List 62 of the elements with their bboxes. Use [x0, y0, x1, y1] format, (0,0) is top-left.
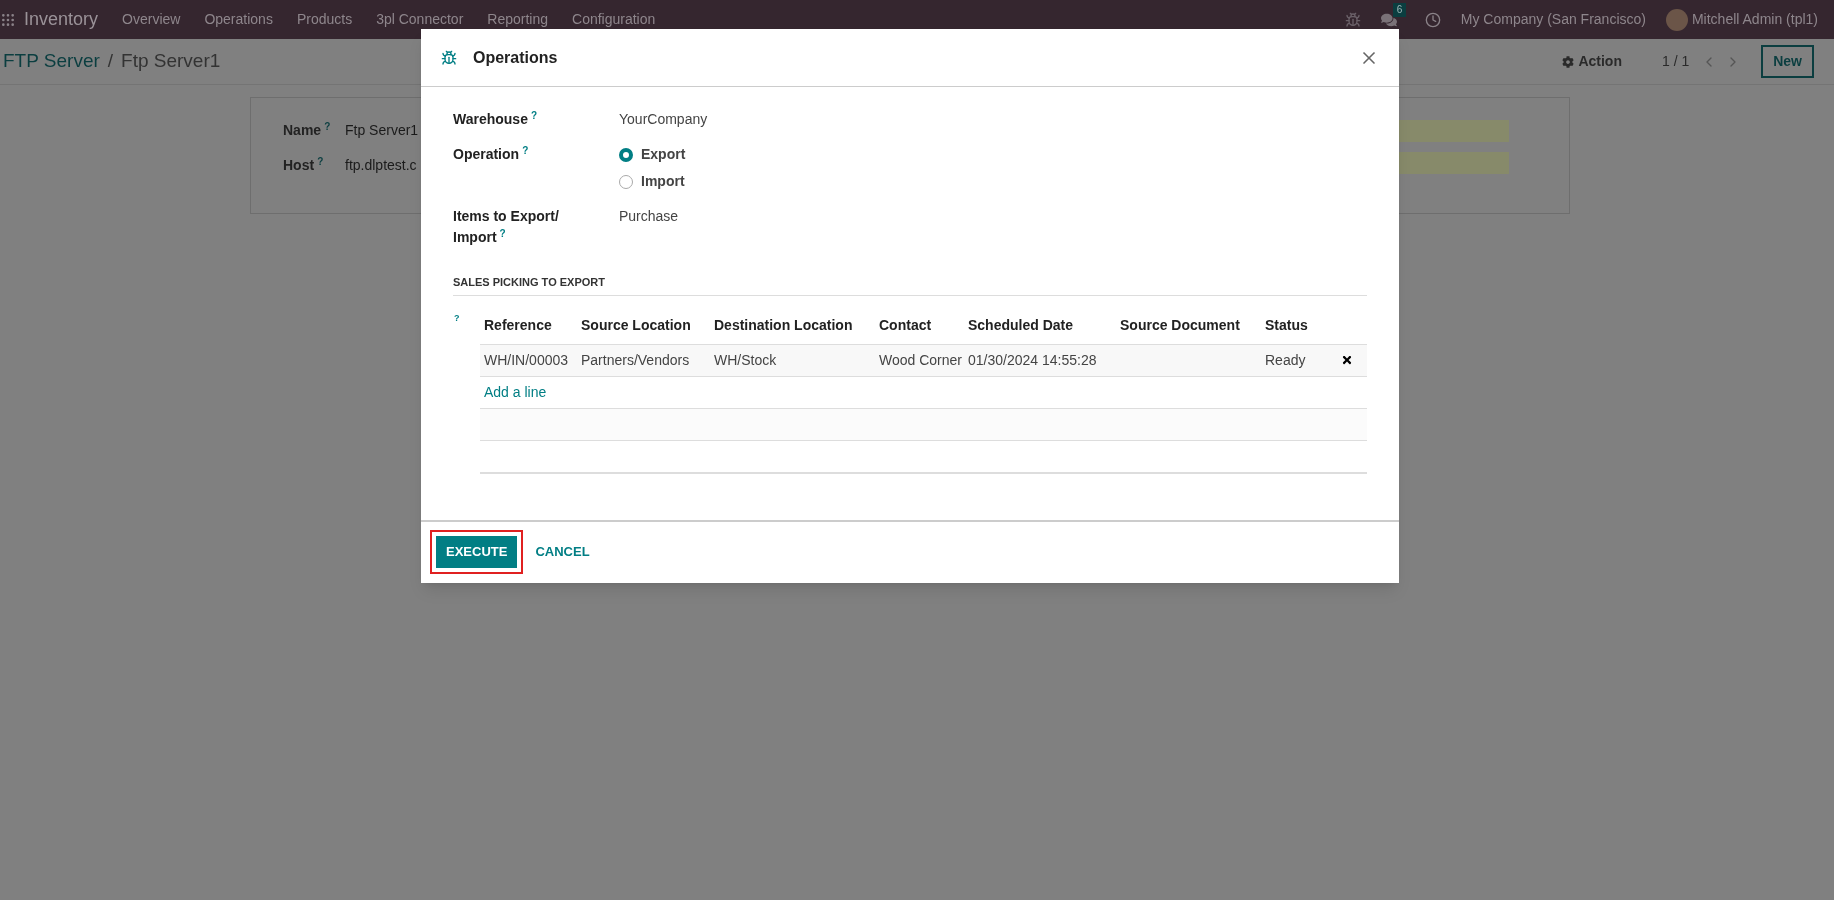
clock-icon[interactable]: [1424, 11, 1441, 28]
table-cell-text: Ready: [1264, 350, 1307, 370]
column-header[interactable]: Destination Location: [710, 314, 875, 336]
table-cell-text: 01/30/2024 14:55:28: [967, 350, 1098, 370]
avatar[interactable]: [1665, 8, 1688, 31]
pager: 1 / 1: [1661, 52, 1690, 71]
field-value: YourCompany: [619, 111, 708, 127]
gear-icon: [1562, 55, 1575, 68]
field-label: Name $^{?}$: [283, 120, 332, 140]
help-mark[interactable]: ?: [324, 121, 331, 132]
help-mark[interactable]: ?: [453, 311, 480, 474]
table-cell-text: Partners/Vendors: [580, 350, 691, 370]
column-header[interactable]: Status: [1261, 314, 1331, 336]
radio-icon[interactable]: [619, 147, 633, 162]
menu-item[interactable]: Overview: [122, 9, 181, 30]
help-mark[interactable]: ?: [522, 145, 529, 156]
table-cell-text: Wood Corner: [878, 350, 963, 370]
chat-icon[interactable]: [1380, 11, 1397, 28]
field-label: Warehouse $^{?}$: [453, 109, 539, 129]
menu-item[interactable]: Reporting: [487, 9, 548, 30]
column-header[interactable]: Source Location: [577, 314, 710, 336]
new-button[interactable]: New: [1761, 45, 1814, 78]
execute-button[interactable]: EXECUTE: [436, 536, 518, 568]
menu-item[interactable]: 3pl Connector: [376, 9, 464, 30]
help-mark[interactable]: ?: [530, 110, 538, 121]
app-name[interactable]: Inventory: [24, 6, 99, 33]
table-cell-text: WH/Stock: [713, 350, 778, 370]
radio-option[interactable]: Export: [619, 144, 686, 165]
add-line-link[interactable]: Add a line: [484, 381, 547, 403]
field-label: Items to Export/ Import $^{?}$: [453, 207, 560, 247]
field-value: ftp.dlptest.c: [345, 156, 417, 175]
section-title: SALES PICKING TO EXPORT: [453, 274, 1367, 296]
field-label: Operation $^{?}$: [453, 144, 530, 164]
column-header[interactable]: Scheduled Date: [964, 314, 1116, 336]
cancel-button[interactable]: CANCEL: [533, 536, 592, 568]
column-header[interactable]: Contact: [875, 314, 964, 336]
action-button[interactable]: Action: [1562, 51, 1622, 72]
radio-option[interactable]: Import: [619, 171, 686, 192]
message-count-badge: 6: [1392, 2, 1407, 17]
breadcrumb-current: Ftp Server1: [121, 49, 221, 74]
company-switcher[interactable]: My Company (San Francisco): [1460, 9, 1646, 30]
user-menu[interactable]: Mitchell Admin (tpl1): [1691, 9, 1818, 30]
dialog-title: Operations: [473, 47, 558, 68]
field-value: Ftp Server1: [345, 121, 419, 140]
bug-icon[interactable]: [1344, 11, 1361, 28]
menu-item[interactable]: Products: [296, 9, 353, 30]
field-value: Purchase: [619, 208, 679, 224]
delete-icon[interactable]: [1341, 354, 1353, 366]
apps-grid-icon[interactable]: [0, 11, 16, 28]
menu-item[interactable]: Operations: [204, 9, 273, 30]
field-label: Host $^{?}$: [283, 155, 325, 175]
breadcrumb-separator: /: [107, 49, 114, 74]
table-row[interactable]: WH/IN/00003 Partners/Vendors WH/Stock Wood Corner 01/30/2024 14:55:28 Ready: [480, 344, 1367, 377]
column-header[interactable]: Reference: [480, 314, 577, 336]
menu-item[interactable]: Configuration: [572, 9, 656, 30]
help-mark[interactable]: ?: [499, 228, 506, 239]
help-mark[interactable]: ?: [317, 156, 324, 167]
radio-icon[interactable]: [619, 174, 633, 189]
breadcrumb-link[interactable]: FTP Server: [3, 47, 100, 76]
table-cell-text: WH/IN/00003: [483, 350, 570, 370]
bug-icon: [441, 49, 457, 66]
column-header[interactable]: Source Document: [1116, 314, 1261, 336]
